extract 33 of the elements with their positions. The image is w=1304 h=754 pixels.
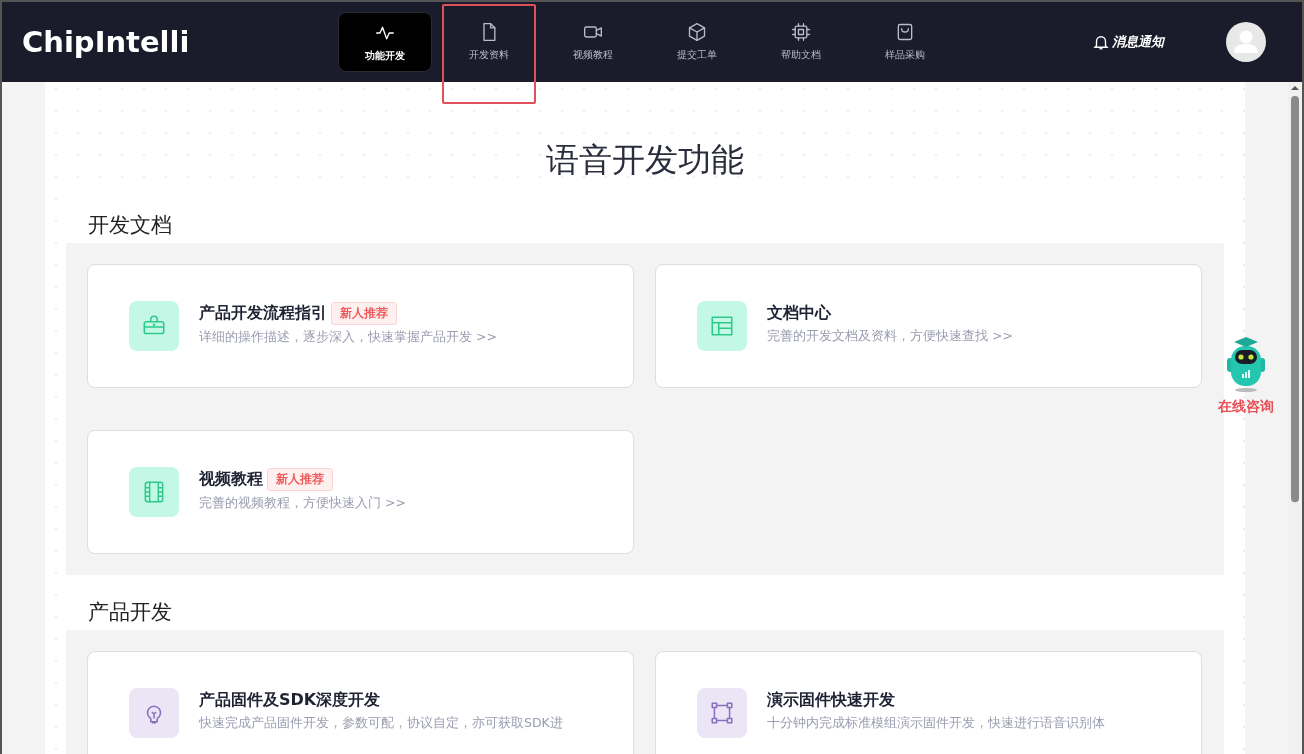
- square-frame-icon: [709, 700, 735, 726]
- notification-button[interactable]: 消息通知: [1086, 32, 1170, 52]
- card-description: 详细的操作描述，逐步深入，快速掌握产品开发 >>: [199, 329, 497, 346]
- card-title: 产品开发流程指引: [199, 303, 327, 324]
- chip-icon: [791, 22, 811, 42]
- feature-card[interactable]: 演示固件快速开发 十分钟内完成标准模组演示固件开发，快速进行语音识别体: [655, 651, 1202, 754]
- feature-card[interactable]: 产品固件及SDK深度开发 快速完成产品固件开发，参数可配，协议自定，亦可获取SDK进: [87, 651, 634, 754]
- feature-card[interactable]: 产品开发流程指引 新人推荐 详细的操作描述，逐步深入，快速掌握产品开发 >>: [87, 264, 634, 388]
- bag-icon: [895, 22, 915, 42]
- feature-card[interactable]: 文档中心 完善的开发文档及资料，方便快速查找 >>: [655, 264, 1202, 388]
- avatar-icon[interactable]: [1226, 22, 1266, 62]
- feature-card[interactable]: 视频教程 新人推荐 完善的视频教程，方便快速入门 >>: [87, 430, 634, 554]
- card-title: 演示固件快速开发: [767, 690, 895, 711]
- nav-tab[interactable]: 功能开发: [338, 12, 432, 72]
- card-description: 完善的开发文档及资料，方便快速查找 >>: [767, 328, 1013, 345]
- recommend-badge: 新人推荐: [331, 302, 397, 325]
- card-title: 文档中心: [767, 303, 831, 324]
- logo[interactable]: ChipIntelli: [22, 25, 338, 59]
- recommend-badge: 新人推荐: [267, 468, 333, 491]
- nav-tab[interactable]: 视频教程: [546, 12, 640, 72]
- card-title: 产品固件及SDK深度开发: [199, 690, 381, 711]
- nav-tab[interactable]: 帮助文档: [754, 12, 848, 72]
- nav-tab[interactable]: 样品采购: [858, 12, 952, 72]
- cube-icon: [687, 22, 707, 42]
- card-title: 视频教程: [199, 469, 263, 490]
- nav-tab[interactable]: 提交工单: [650, 12, 744, 72]
- card-description: 快速完成产品固件开发，参数可配，协议自定，亦可获取SDK进: [199, 715, 563, 732]
- nav-tab[interactable]: 开发资料: [442, 4, 536, 104]
- card-description: 十分钟内完成标准模组演示固件开发，快速进行语音识别体: [767, 715, 1105, 732]
- card-description: 完善的视频教程，方便快速入门 >>: [199, 495, 406, 512]
- online-consult-label[interactable]: 在线咨询: [1218, 398, 1274, 416]
- bell-icon: [1092, 33, 1110, 51]
- page-title: 语音开发功能: [545, 139, 745, 181]
